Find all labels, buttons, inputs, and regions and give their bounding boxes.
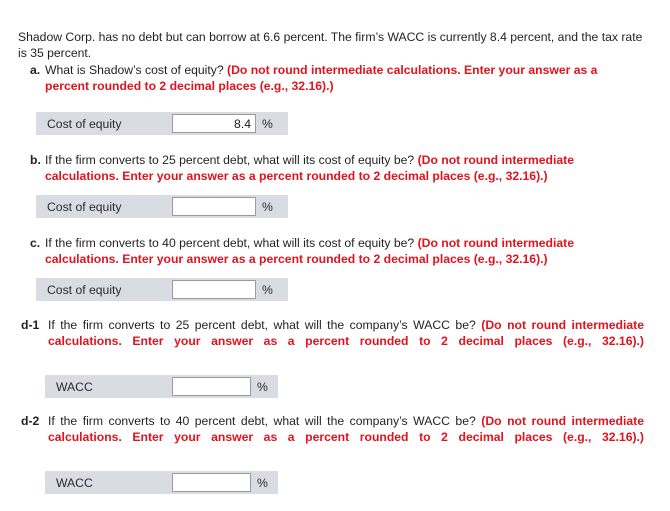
answer-input-wrap-c: % bbox=[172, 278, 281, 301]
wacc-input-d2[interactable] bbox=[172, 473, 251, 492]
answer-table-a: Cost of equity 8.4 % bbox=[36, 112, 288, 135]
problem-intro-text: Shadow Corp. has no debt but can borrow … bbox=[18, 30, 643, 61]
answer-table-d1: WACC % bbox=[45, 375, 278, 398]
question-prompt-b: If the firm converts to 25 percent debt,… bbox=[45, 153, 418, 167]
cost-of-equity-input-b[interactable] bbox=[172, 197, 256, 216]
question-marker-c: c. bbox=[30, 236, 41, 250]
answer-unit-d2: % bbox=[257, 475, 268, 490]
answer-table-b: Cost of equity % bbox=[36, 195, 288, 218]
answer-input-wrap-d1: % bbox=[172, 375, 276, 398]
answer-table-c: Cost of equity % bbox=[36, 278, 288, 301]
question-block-a: a. What is Shadow’s cost of equity? (Do … bbox=[30, 62, 644, 94]
question-text-a: What is Shadow’s cost of equity? (Do not… bbox=[45, 62, 644, 94]
answer-input-wrap-d2: % bbox=[172, 471, 276, 494]
wacc-input-d1[interactable] bbox=[172, 377, 251, 396]
question-prompt-c: If the firm converts to 40 percent debt,… bbox=[45, 236, 418, 250]
question-block-d2: d-2 If the firm converts to 40 percent d… bbox=[21, 413, 644, 461]
question-text-d2: If the firm converts to 40 percent debt,… bbox=[48, 413, 644, 461]
question-marker-d2: d-2 bbox=[21, 414, 40, 428]
question-prompt-a: What is Shadow’s cost of equity? bbox=[45, 63, 228, 77]
answer-label-d2: WACC bbox=[56, 475, 93, 490]
question-prompt-d2: If the firm converts to 40 percent debt,… bbox=[48, 414, 482, 428]
answer-label-c: Cost of equity bbox=[47, 282, 122, 297]
answer-unit-b: % bbox=[262, 199, 273, 214]
question-text-b: If the firm converts to 25 percent debt,… bbox=[45, 152, 644, 184]
answer-table-d2: WACC % bbox=[45, 471, 278, 494]
answer-unit-c: % bbox=[262, 282, 273, 297]
answer-input-wrap-a: 8.4 % bbox=[172, 112, 281, 135]
question-marker-d1: d-1 bbox=[21, 318, 40, 332]
question-text-d1: If the firm converts to 25 percent debt,… bbox=[48, 317, 644, 365]
cost-of-equity-input-c[interactable] bbox=[172, 280, 256, 299]
answer-unit-d1: % bbox=[257, 379, 268, 394]
question-block-d1: d-1 If the firm converts to 25 percent d… bbox=[21, 317, 644, 365]
question-marker-a: a. bbox=[30, 63, 41, 77]
answer-label-b: Cost of equity bbox=[47, 199, 122, 214]
question-block-c: c. If the firm converts to 40 percent de… bbox=[30, 235, 644, 267]
question-block-b: b. If the firm converts to 25 percent de… bbox=[30, 152, 644, 184]
question-prompt-d1: If the firm converts to 25 percent debt,… bbox=[48, 318, 482, 332]
question-text-c: If the firm converts to 40 percent debt,… bbox=[45, 235, 644, 267]
cost-of-equity-input-a[interactable]: 8.4 bbox=[172, 114, 256, 133]
answer-label-a: Cost of equity bbox=[47, 116, 122, 131]
answer-label-d1: WACC bbox=[56, 379, 93, 394]
answer-input-wrap-b: % bbox=[172, 195, 281, 218]
question-marker-b: b. bbox=[30, 153, 41, 167]
problem-page: Shadow Corp. has no debt but can borrow … bbox=[0, 0, 670, 511]
answer-unit-a: % bbox=[262, 116, 273, 131]
